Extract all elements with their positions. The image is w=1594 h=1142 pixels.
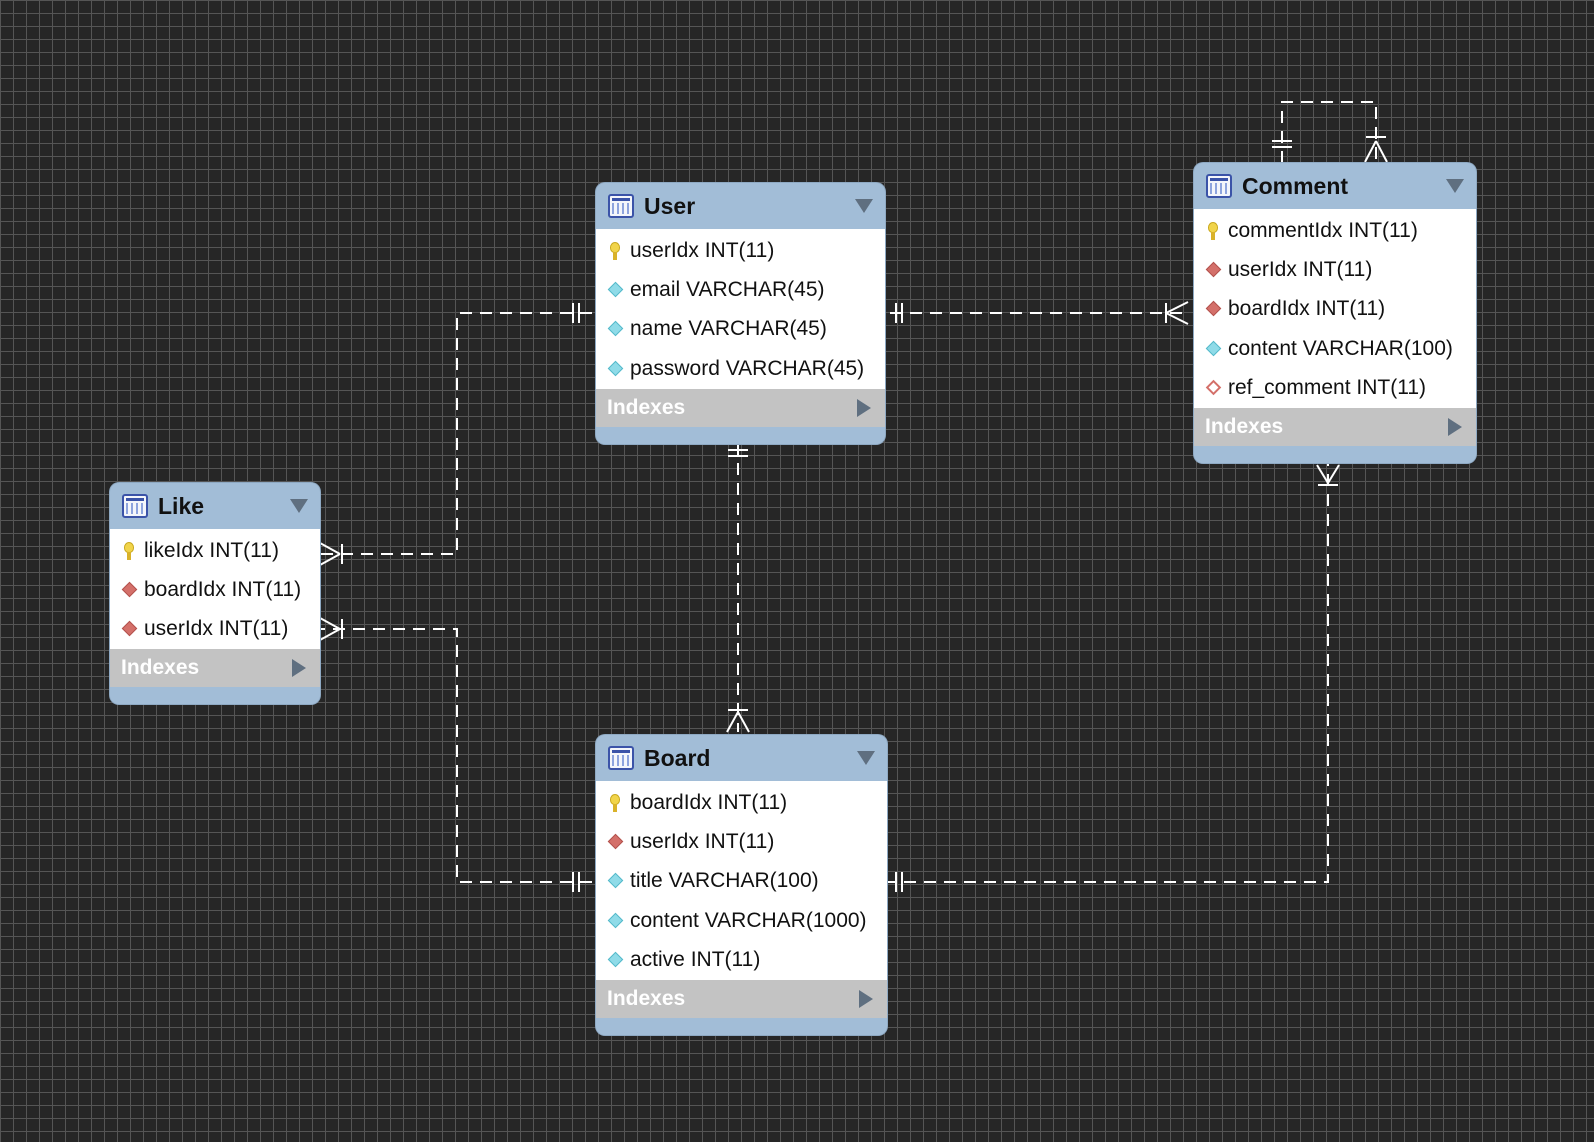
indexes-label: Indexes	[607, 986, 686, 1010]
expand-triangle-icon[interactable]	[1448, 417, 1462, 436]
rel-board-comment[interactable]	[884, 463, 1329, 883]
entity-title: Like	[158, 492, 205, 519]
primary-key-icon	[120, 541, 142, 560]
indexes-label: Indexes	[121, 656, 200, 680]
collapse-triangle-icon[interactable]	[855, 199, 873, 213]
rel-board-like[interactable]	[320, 628, 592, 883]
foreign-key-icon	[120, 581, 142, 599]
column-attribute-icon	[606, 951, 628, 969]
collapse-triangle-icon[interactable]	[290, 499, 308, 513]
column-label: title VARCHAR(100)	[630, 869, 819, 893]
column-row[interactable]: userIdx INT(11)	[1194, 250, 1476, 289]
column-row[interactable]: content VARCHAR(1000)	[596, 901, 887, 940]
column-row[interactable]: password VARCHAR(45)	[596, 349, 885, 388]
entity-header[interactable]: Like	[110, 483, 320, 529]
column-label: active INT(11)	[630, 948, 761, 972]
foreign-key-icon	[1204, 300, 1226, 318]
column-row[interactable]: commentIdx INT(11)	[1194, 211, 1476, 250]
table-icon	[608, 746, 634, 770]
expand-triangle-icon[interactable]	[292, 659, 306, 678]
entity-header[interactable]: Board	[596, 735, 887, 781]
column-attribute-icon	[606, 360, 628, 378]
expand-triangle-icon[interactable]	[859, 989, 873, 1008]
column-row[interactable]: boardIdx INT(11)	[1194, 290, 1476, 329]
column-row[interactable]: active INT(11)	[596, 941, 887, 980]
foreign-key-icon	[606, 833, 628, 851]
one-and-only-one-marker	[1272, 140, 1292, 148]
table-icon	[1206, 174, 1232, 198]
column-row[interactable]: likeIdx INT(11)	[110, 531, 320, 570]
column-attribute-icon	[1204, 340, 1226, 358]
column-label: content VARCHAR(1000)	[630, 908, 867, 932]
primary-key-icon	[606, 241, 628, 260]
column-label: boardIdx INT(11)	[1228, 297, 1386, 321]
collapse-triangle-icon[interactable]	[857, 751, 875, 765]
column-attribute-icon	[606, 281, 628, 299]
column-label: userIdx INT(11)	[630, 238, 775, 262]
expand-triangle-icon[interactable]	[857, 398, 871, 417]
entity-footer	[596, 426, 885, 444]
rel-user-like[interactable]	[320, 312, 592, 555]
column-row[interactable]: ref_comment INT(11)	[1194, 369, 1476, 408]
column-label: ref_comment INT(11)	[1228, 376, 1426, 400]
column-row[interactable]: boardIdx INT(11)	[596, 783, 887, 822]
column-label: userIdx INT(11)	[1228, 258, 1373, 282]
one-and-only-one-marker	[572, 303, 580, 323]
entity-header[interactable]: User	[596, 183, 885, 229]
column-row[interactable]: userIdx INT(11)	[110, 610, 320, 649]
column-row[interactable]: boardIdx INT(11)	[110, 570, 320, 609]
collapse-triangle-icon[interactable]	[1446, 179, 1464, 193]
entity-comment[interactable]: Comment commentIdx INT(11) userIdx INT(1…	[1194, 163, 1476, 463]
column-label: name VARCHAR(45)	[630, 317, 827, 341]
indexes-section[interactable]: Indexes	[596, 979, 887, 1018]
column-label: userIdx INT(11)	[144, 617, 289, 641]
entity-board[interactable]: Board boardIdx INT(11) userIdx INT(11) t…	[596, 735, 887, 1035]
column-label: content VARCHAR(100)	[1228, 336, 1453, 360]
indexes-section[interactable]: Indexes	[596, 388, 885, 427]
entity-header[interactable]: Comment	[1194, 163, 1476, 209]
column-list: boardIdx INT(11) userIdx INT(11) title V…	[596, 781, 887, 980]
indexes-label: Indexes	[1205, 414, 1284, 438]
table-icon	[608, 194, 634, 218]
column-list: commentIdx INT(11) userIdx INT(11) board…	[1194, 209, 1476, 408]
entity-footer	[110, 687, 320, 705]
column-label: userIdx INT(11)	[630, 830, 775, 854]
column-list: userIdx INT(11) email VARCHAR(45) name V…	[596, 229, 885, 389]
table-icon	[122, 494, 148, 518]
entity-title: Comment	[1242, 172, 1349, 199]
column-label: likeIdx INT(11)	[144, 538, 279, 562]
one-and-only-one-marker	[572, 872, 580, 892]
entity-footer	[1194, 445, 1476, 463]
one-and-only-one-marker	[895, 872, 903, 892]
entity-like[interactable]: Like likeIdx INT(11) boardIdx INT(11) us…	[110, 483, 320, 705]
column-attribute-icon	[606, 912, 628, 930]
entity-title: Board	[644, 744, 711, 771]
entity-user[interactable]: User userIdx INT(11) email VARCHAR(45) n…	[596, 183, 885, 444]
indexes-label: Indexes	[607, 395, 686, 419]
foreign-key-icon	[1204, 261, 1226, 279]
column-row[interactable]: title VARCHAR(100)	[596, 862, 887, 901]
indexes-section[interactable]: Indexes	[1194, 407, 1476, 446]
foreign-key-icon	[120, 620, 142, 638]
rel-comment-self[interactable]	[1281, 101, 1377, 163]
column-row[interactable]: content VARCHAR(100)	[1194, 329, 1476, 368]
column-row[interactable]: userIdx INT(11)	[596, 822, 887, 861]
column-row[interactable]: name VARCHAR(45)	[596, 310, 885, 349]
entity-title: User	[644, 192, 696, 219]
column-attribute-icon	[606, 872, 628, 890]
column-row[interactable]: email VARCHAR(45)	[596, 270, 885, 309]
column-row[interactable]: userIdx INT(11)	[596, 231, 885, 270]
primary-key-icon	[606, 793, 628, 812]
nullable-foreign-key-icon	[1204, 379, 1226, 397]
column-list: likeIdx INT(11) boardIdx INT(11) userIdx…	[110, 529, 320, 650]
column-label: boardIdx INT(11)	[144, 578, 302, 602]
column-label: boardIdx INT(11)	[630, 790, 788, 814]
primary-key-icon	[1204, 221, 1226, 240]
indexes-section[interactable]: Indexes	[110, 649, 320, 688]
column-label: email VARCHAR(45)	[630, 278, 825, 302]
entity-footer	[596, 1017, 887, 1035]
column-attribute-icon	[606, 320, 628, 338]
column-label: password VARCHAR(45)	[630, 356, 865, 380]
column-label: commentIdx INT(11)	[1228, 218, 1418, 242]
